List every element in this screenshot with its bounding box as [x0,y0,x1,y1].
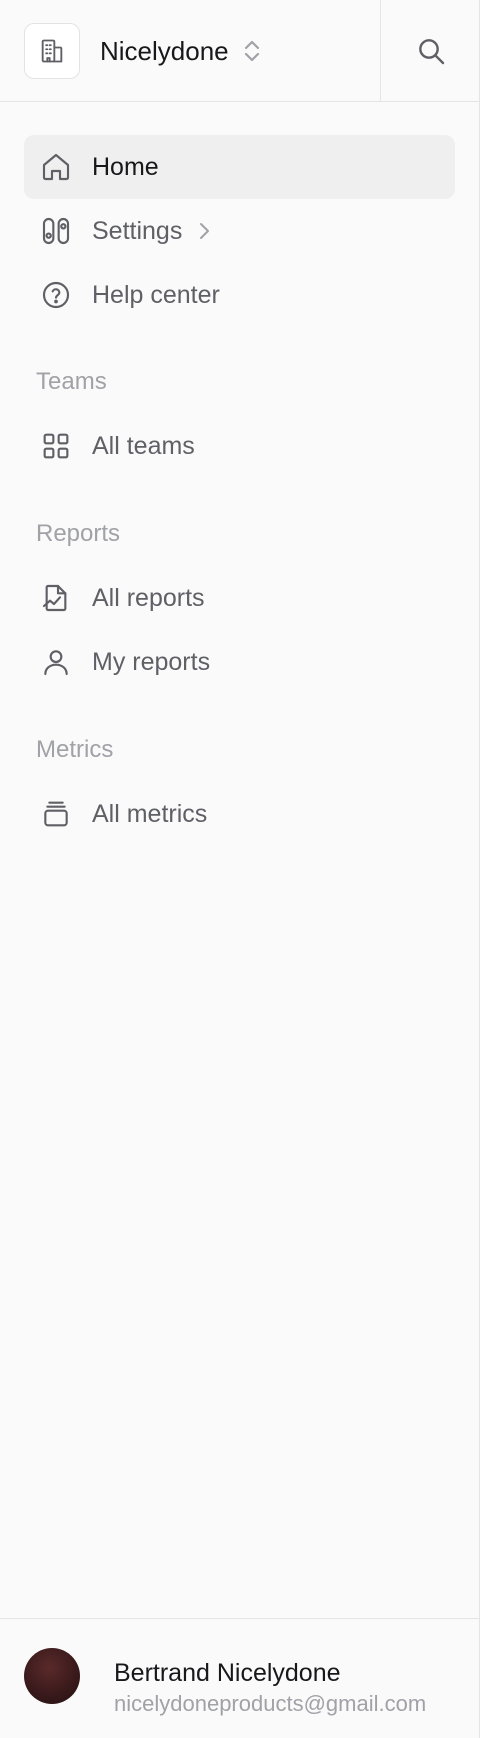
building-icon [41,39,63,63]
org-name: Nicelydone [100,35,229,66]
search-button[interactable] [380,0,480,102]
nav-label-settings: Settings [92,216,183,245]
chevron-up-down-icon [241,38,263,64]
nav-label-my-reports: My reports [92,647,211,676]
toggles-icon [24,199,88,263]
nav-item-home[interactable]: Home [24,135,455,199]
stack-icon [24,782,88,846]
report-chart-icon [24,566,88,630]
nav-item-settings[interactable]: Settings [24,199,455,263]
help-circle-icon [24,263,88,327]
nav-label-all-metrics: All metrics [92,799,208,828]
nav-label-home: Home [92,152,159,181]
sidebar: Nicelydone Home Settings Help center Tea… [0,0,480,1738]
nav-item-all-teams[interactable]: All teams [24,414,455,478]
avatar [24,1648,80,1704]
nav-item-help-center[interactable]: Help center [24,263,455,327]
chevron-right-icon [196,220,212,242]
user-name: Bertrand Nicelydone [114,1659,341,1687]
nav-item-all-metrics[interactable]: All metrics [24,782,455,846]
section-title-metrics: Metrics [36,736,114,763]
nav-label-all-teams: All teams [92,431,195,460]
nav-label-all-reports: All reports [92,583,205,612]
section-title-teams: Teams [36,368,107,395]
org-logo [24,23,80,79]
home-icon [24,135,88,199]
section-title-reports: Reports [36,520,121,547]
user-icon [24,630,88,694]
grid-icon [24,414,88,478]
search-icon [418,39,444,65]
nav-item-my-reports[interactable]: My reports [24,630,455,694]
nav-label-help-center: Help center [92,280,220,309]
sidebar-header: Nicelydone [0,0,480,102]
org-switcher[interactable]: Nicelydone [24,23,263,79]
nav-item-all-reports[interactable]: All reports [24,566,455,630]
user-profile[interactable]: Bertrand Nicelydone nicelydoneproducts@g… [0,1618,480,1738]
user-email: nicelydoneproducts@gmail.com [114,1691,427,1716]
